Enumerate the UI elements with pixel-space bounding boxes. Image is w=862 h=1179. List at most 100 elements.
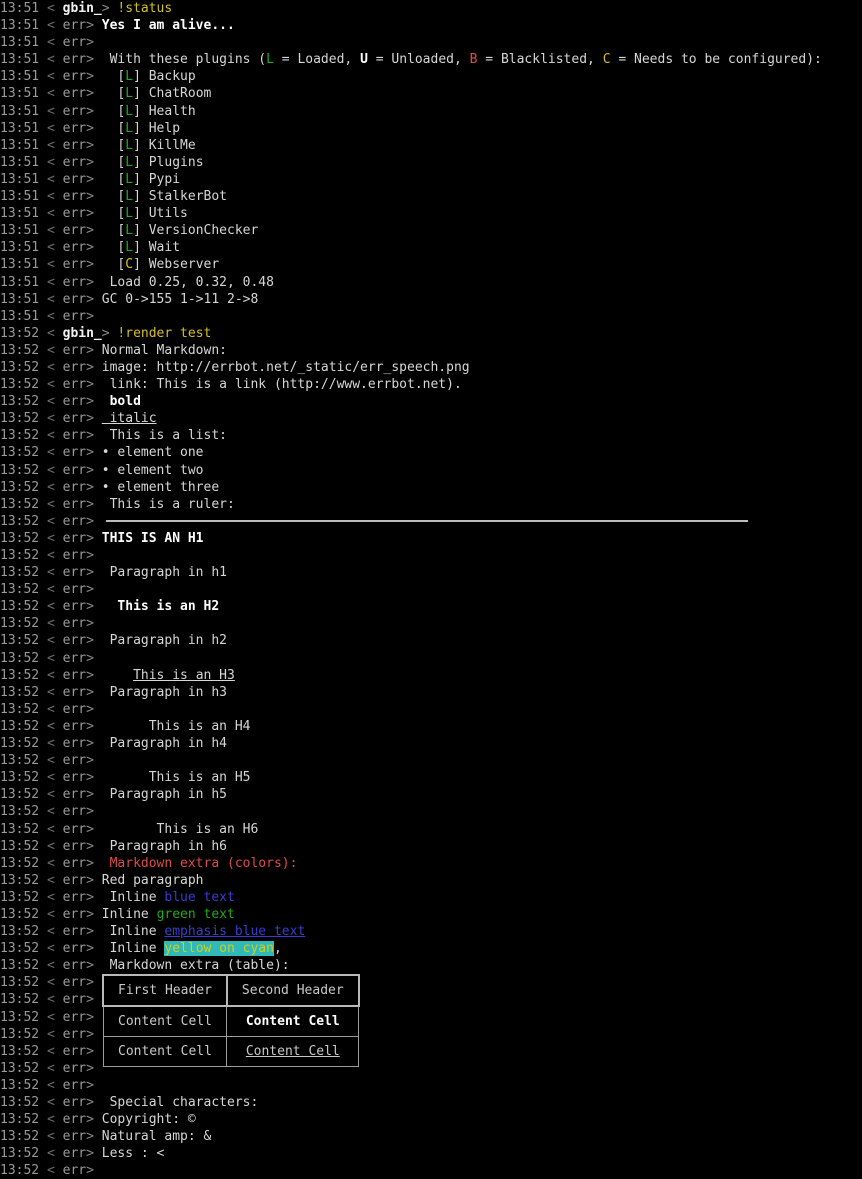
nick-bracket-close: >	[86, 838, 94, 854]
nick-bracket-close: >	[86, 377, 94, 393]
nick: err	[62, 291, 87, 307]
line-gutter: 13:52 < err>	[0, 1145, 102, 1162]
nick: err	[62, 69, 87, 85]
nick-bracket-close: >	[86, 872, 94, 888]
line-gutter: 13:51 < gbin_>	[0, 0, 117, 17]
timestamp: 13:52	[0, 753, 40, 769]
chat-line: 13:51 < err> [L] Utils	[0, 205, 862, 222]
line-content: link: This is a link (http://www.errbot.…	[102, 376, 862, 393]
line-gutter: 13:52 < err>	[0, 821, 102, 838]
line-content: Yes I am alive...	[102, 17, 862, 34]
timestamp: 13:52	[0, 906, 40, 922]
line-gutter: 13:51 < err>	[0, 51, 102, 68]
chat-line: 13:52 < err> • element two	[0, 462, 862, 479]
timestamp: 13:51	[0, 308, 40, 324]
plugin-status-flag: L	[125, 189, 134, 205]
line-gutter: 13:52 < err>	[0, 991, 102, 1008]
line-content: [L] ChatRoom	[101, 86, 212, 102]
md-colored-heading: Markdown extra (colors):	[101, 855, 298, 871]
inline-blue-emphasis-text: emphasis blue text	[164, 924, 306, 940]
line-content: [L] StalkerBot	[101, 189, 228, 205]
plugin-name: StalkerBot	[148, 189, 228, 205]
nick: err	[62, 1146, 87, 1162]
nick-bracket-close: >	[86, 120, 94, 136]
plain-text: This is a list:	[101, 428, 227, 444]
table-row: Content Cell Content Cell	[102, 1036, 360, 1068]
plain-text: GC 0->155 1->11 2->8	[101, 291, 259, 307]
plain-text: link: This is a link (http://www.errbot.…	[101, 377, 462, 393]
timestamp: 13:52	[0, 1129, 40, 1145]
timestamp: 13:52	[0, 342, 40, 358]
chat-line: 13:52 < err> italic	[0, 410, 862, 427]
chat-line: 13:52 < err>	[0, 1077, 862, 1094]
line-gutter: 13:52 < err>	[0, 889, 102, 906]
line-content: • element three	[102, 479, 862, 496]
nick-bracket: <	[39, 462, 63, 478]
timestamp: 13:52	[0, 718, 40, 734]
nick-bracket-close: >	[86, 548, 94, 563]
line-content: Inline blue text	[101, 889, 235, 905]
plain-text: Normal Markdown:	[101, 342, 227, 358]
timestamp: 13:52	[0, 701, 40, 717]
timestamp: 13:52	[0, 924, 40, 940]
timestamp: 13:51	[0, 171, 40, 187]
nick: err	[62, 821, 87, 837]
timestamp: 13:52	[0, 941, 40, 957]
horizontal-rule	[105, 520, 748, 523]
line-content: Red paragraph	[102, 872, 862, 889]
chat-line: 13:52 < err> Inline emphasis blue text	[0, 923, 862, 940]
md-h2: This is an H2	[101, 599, 220, 615]
nick: err	[62, 1163, 87, 1179]
line-gutter: 13:52 < err>	[0, 667, 102, 684]
nick-bracket: <	[39, 992, 63, 1008]
plugin-status-flag: L	[125, 223, 134, 239]
md-bold: bold	[101, 394, 141, 410]
table-row: Content Cell Content Cell	[102, 1005, 360, 1038]
nick: err	[62, 667, 87, 683]
md-h6: This is an H6	[101, 821, 259, 837]
chat-line: 13:52 < err> This is an H6	[0, 821, 862, 838]
line-gutter: 13:52 < err>	[0, 1077, 102, 1094]
table-cell: Content Cell	[102, 1036, 228, 1068]
nick-bracket: <	[39, 838, 63, 854]
nick-bracket-close: >	[86, 889, 94, 905]
nick-bracket: <	[39, 120, 63, 136]
nick-bracket: <	[39, 52, 63, 68]
markdown-table-block: First Header Second Header Content Cell …	[102, 973, 360, 1068]
plugin-status-flag: L	[125, 69, 134, 85]
timestamp: 13:52	[0, 377, 40, 393]
timestamp: 13:51	[0, 189, 40, 205]
chat-line: 13:52 < err>	[0, 701, 862, 718]
chat-line: 13:51 < err> [L] Health	[0, 103, 862, 120]
nick: err	[62, 1009, 87, 1025]
line-gutter: 13:52 < err>	[0, 427, 102, 444]
nick-bracket-close: >	[86, 496, 94, 512]
nick-bracket: <	[39, 753, 63, 769]
chat-line: 13:51 < err> [L] StalkerBot	[0, 188, 862, 205]
nick: err	[62, 718, 87, 734]
line-gutter: 13:52 < err>	[0, 530, 102, 547]
nick-bracket: <	[39, 633, 63, 649]
chat-line: 13:52 < err>	[0, 581, 862, 598]
nick-bracket: <	[39, 1043, 63, 1059]
nick: err	[62, 52, 87, 68]
terminal-output[interactable]: 13:51 < gbin_> !status 13:51 < err> Yes I…	[0, 0, 862, 1179]
nick-bracket: <	[39, 701, 63, 717]
timestamp: 13:51	[0, 257, 40, 273]
nick-bracket-close: >	[86, 394, 94, 410]
nick: err	[62, 804, 87, 820]
chat-line: 13:51 < err> [C] Webserver	[0, 256, 862, 273]
chat-line: 13:52 < err> link: This is a link (http:…	[0, 376, 862, 393]
nick: err	[62, 701, 87, 717]
timestamp: 13:51	[0, 69, 40, 85]
line-gutter: 13:52 < err>	[0, 513, 102, 530]
timestamp: 13:52	[0, 1077, 40, 1093]
chat-line: 13:52 < err> This is an H3	[0, 667, 862, 684]
chat-line: 13:51 < err> With these plugins (L = Loa…	[0, 51, 862, 68]
line-gutter: 13:52 < err>	[0, 359, 102, 376]
nick: err	[62, 1095, 87, 1110]
line-gutter: 13:52 < err>	[0, 735, 102, 752]
timestamp: 13:52	[0, 787, 40, 803]
nick: err	[62, 924, 87, 940]
nick: err	[62, 616, 87, 632]
